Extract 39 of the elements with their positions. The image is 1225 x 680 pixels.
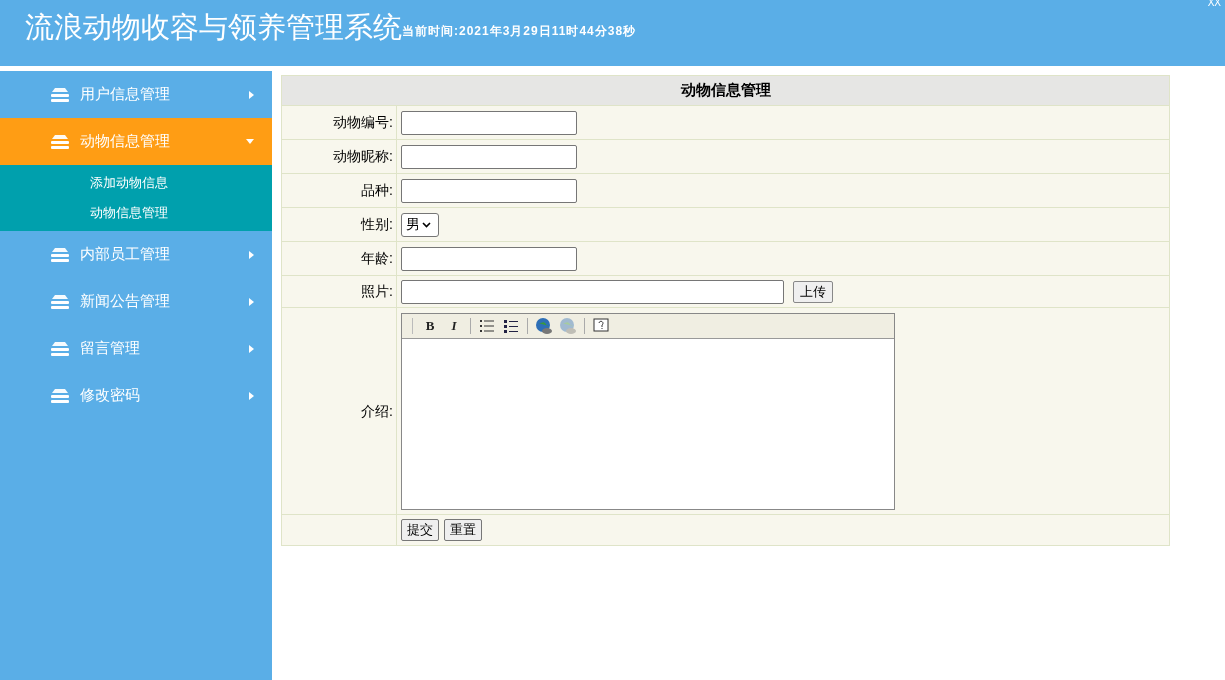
submit-button[interactable]: 提交 [401,519,439,541]
italic-button[interactable]: I [443,315,465,336]
text-field[interactable] [401,246,577,271]
caret-right-icon [249,344,254,353]
system-title: 流浪动物收容与领养管理系统 [25,9,402,46]
caret-right-icon [249,250,254,259]
stack-icon [51,247,69,262]
caret-down-icon [246,139,254,144]
field-label: 动物昵称: [333,147,393,166]
field-label: 介绍: [361,401,393,421]
upload-button[interactable]: 上传 [793,280,833,303]
stack-icon [51,87,69,102]
chevron-down-icon [422,221,431,228]
field-label: 性别: [361,215,393,234]
corner-text: XX [1207,0,1221,10]
text-field[interactable] [401,144,577,169]
stack-icon [51,294,69,309]
field-label: 品种: [361,181,393,200]
field-label: 年龄: [361,249,393,268]
current-time: 当前时间:2021年3月29日11时44分38秒 [402,24,637,38]
globe-link-icon[interactable] [533,315,555,336]
field-label: 动物编号: [333,113,393,132]
caret-right-icon [249,90,254,99]
stack-icon [51,388,69,403]
text-field[interactable] [401,110,577,135]
reset-button[interactable]: 重置 [444,519,482,541]
bold-button[interactable]: B [419,315,441,336]
submenu-item[interactable]: 动物信息管理 [90,203,272,223]
submenu-item[interactable]: 添加动物信息 [90,173,272,193]
caret-right-icon [249,391,254,400]
sidebar-item[interactable]: 动物信息管理 [0,118,272,165]
stack-icon [51,341,69,356]
gender-select[interactable]: 男 [401,212,439,237]
file-path-field[interactable] [401,279,784,304]
caret-right-icon [249,297,254,306]
stack-icon [51,134,69,149]
text-field[interactable] [401,178,577,203]
form-title: 动物信息管理 [282,76,1169,106]
field-label: 照片: [361,282,393,301]
